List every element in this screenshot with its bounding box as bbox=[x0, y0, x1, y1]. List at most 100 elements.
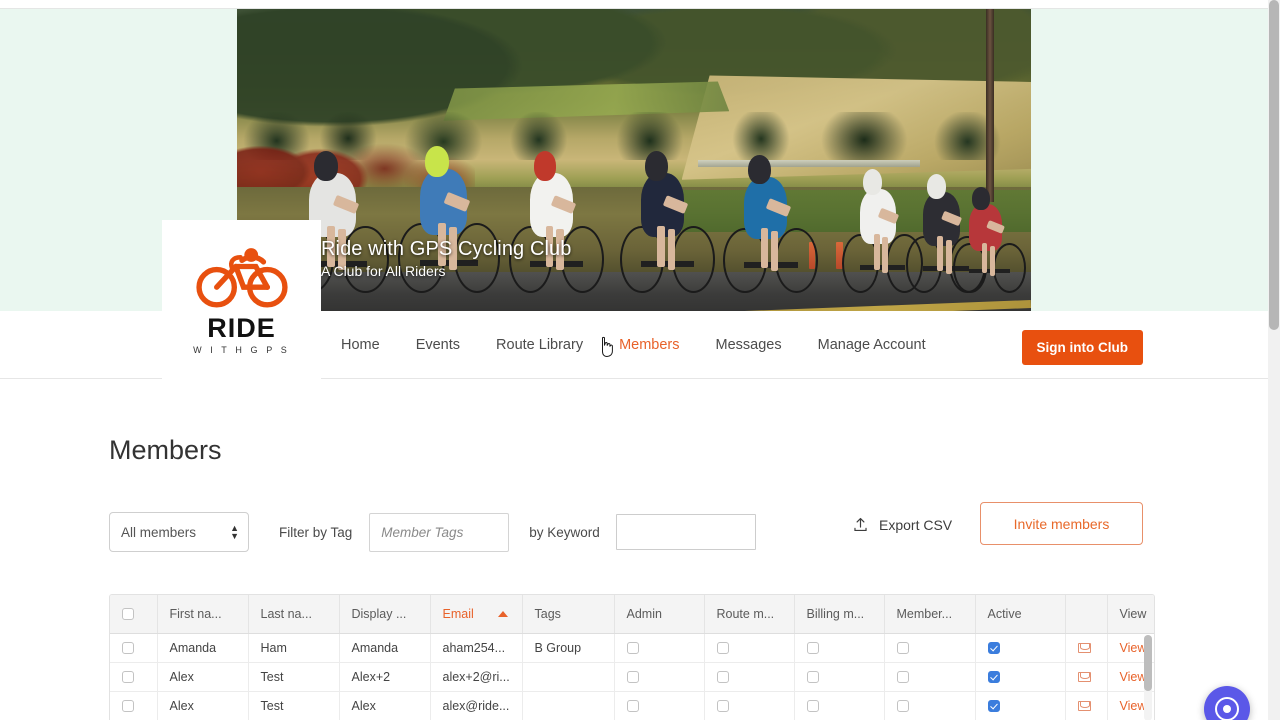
billing-manager-checkbox[interactable] bbox=[806, 642, 819, 655]
column-header-admin[interactable]: Admin bbox=[614, 595, 705, 634]
members-table-container[interactable]: First na... Last na... Display ... Email… bbox=[109, 594, 1155, 720]
row-select-cell[interactable] bbox=[110, 662, 158, 692]
cell-mail[interactable] bbox=[1065, 662, 1108, 692]
column-header-active[interactable]: Active bbox=[975, 595, 1066, 634]
cyclist-icon bbox=[195, 247, 288, 308]
hero-banner-image: Ride with GPS Cycling Club A Club for Al… bbox=[237, 9, 1031, 311]
row-select-cell[interactable] bbox=[110, 691, 158, 720]
route-manager-checkbox[interactable] bbox=[716, 700, 729, 713]
club-logo-card[interactable]: RIDE W I T H G P S bbox=[162, 220, 321, 379]
route-manager-checkbox[interactable] bbox=[716, 671, 729, 684]
row-select-checkbox[interactable] bbox=[122, 642, 134, 655]
column-header-select[interactable] bbox=[110, 595, 158, 634]
cell-billing-manager[interactable] bbox=[794, 662, 885, 692]
app-viewport: Ride with GPS Cycling Club A Club for Al… bbox=[0, 0, 1280, 720]
logo-wordmark: RIDE bbox=[207, 312, 276, 343]
table-row[interactable]: Alex Test Alex+2 alex+2@ri... View bbox=[110, 662, 1154, 692]
invite-members-button[interactable]: Invite members bbox=[980, 502, 1143, 545]
export-csv-button[interactable]: Export CSV bbox=[852, 516, 952, 533]
billing-manager-checkbox[interactable] bbox=[806, 671, 819, 684]
column-header-first-name[interactable]: First na... bbox=[157, 595, 249, 634]
column-header-route-manager[interactable]: Route m... bbox=[704, 595, 795, 634]
hero-text-block: Ride with GPS Cycling Club A Club for Al… bbox=[321, 236, 571, 279]
cell-tags: B Group bbox=[522, 633, 615, 663]
nav-item-events[interactable]: Events bbox=[416, 337, 460, 353]
cell-admin[interactable] bbox=[614, 633, 705, 663]
cell-active[interactable] bbox=[975, 633, 1066, 663]
table-scrollbar-thumb[interactable] bbox=[1144, 635, 1152, 691]
admin-checkbox[interactable] bbox=[626, 700, 639, 713]
admin-checkbox[interactable] bbox=[626, 671, 639, 684]
active-checkbox[interactable] bbox=[987, 642, 1000, 655]
cell-admin[interactable] bbox=[614, 662, 705, 692]
member-manager-checkbox[interactable] bbox=[896, 700, 909, 713]
billing-manager-checkbox[interactable] bbox=[806, 700, 819, 713]
cell-first-name: Alex bbox=[157, 691, 249, 720]
cell-email: alex+2@ri... bbox=[430, 662, 523, 692]
cell-tags bbox=[522, 662, 615, 692]
hero-band: Ride with GPS Cycling Club A Club for Al… bbox=[0, 9, 1268, 379]
banner-cyclist bbox=[618, 106, 721, 293]
sign-into-club-button[interactable]: Sign into Club bbox=[1021, 330, 1143, 365]
cell-route-manager[interactable] bbox=[704, 691, 795, 720]
cell-display-name: Alex bbox=[339, 691, 431, 720]
column-header-billing-manager[interactable]: Billing m... bbox=[794, 595, 885, 634]
cell-member-manager[interactable] bbox=[884, 691, 976, 720]
cell-active[interactable] bbox=[975, 691, 1066, 720]
row-select-checkbox[interactable] bbox=[122, 671, 134, 684]
browser-top-strip bbox=[0, 0, 1268, 9]
table-row[interactable]: Amanda Ham Amanda aham254... B Group Vie bbox=[110, 633, 1154, 663]
column-header-member-manager[interactable]: Member... bbox=[884, 595, 976, 634]
cell-billing-manager[interactable] bbox=[794, 633, 885, 663]
logo-tagline: W I T H G P S bbox=[193, 344, 290, 355]
cell-member-manager[interactable] bbox=[884, 633, 976, 663]
table-header-row: First na... Last na... Display ... Email… bbox=[110, 595, 1154, 634]
column-header-display-name[interactable]: Display ... bbox=[339, 595, 431, 634]
row-select-checkbox[interactable] bbox=[122, 700, 134, 713]
active-checkbox[interactable] bbox=[987, 700, 1000, 713]
member-manager-checkbox[interactable] bbox=[896, 671, 909, 684]
route-manager-checkbox[interactable] bbox=[716, 642, 729, 655]
cell-route-manager[interactable] bbox=[704, 633, 795, 663]
admin-checkbox[interactable] bbox=[626, 642, 639, 655]
view-link[interactable]: View bbox=[1120, 670, 1147, 684]
active-checkbox[interactable] bbox=[987, 671, 1000, 684]
table-row[interactable]: Alex Test Alex alex@ride... View bbox=[110, 691, 1154, 720]
cell-billing-manager[interactable] bbox=[794, 691, 885, 720]
club-page: Ride with GPS Cycling Club A Club for Al… bbox=[0, 9, 1268, 720]
cell-active[interactable] bbox=[975, 662, 1066, 692]
column-header-last-name[interactable]: Last na... bbox=[248, 595, 340, 634]
banner-cyclist bbox=[721, 112, 824, 293]
cell-mail[interactable] bbox=[1065, 691, 1108, 720]
browser-vertical-scrollbar[interactable] bbox=[1268, 0, 1280, 720]
envelope-icon[interactable] bbox=[1077, 672, 1091, 683]
table-vertical-scrollbar[interactable] bbox=[1144, 635, 1152, 720]
member-scope-select-wrap: All members ▲ ▼ bbox=[109, 512, 249, 552]
member-scope-select[interactable]: All members bbox=[109, 512, 249, 552]
cell-member-manager[interactable] bbox=[884, 662, 976, 692]
nav-item-manage-account[interactable]: Manage Account bbox=[818, 337, 926, 353]
member-tags-input[interactable] bbox=[369, 512, 510, 552]
view-link[interactable]: View bbox=[1120, 641, 1147, 655]
browser-scrollbar-thumb[interactable] bbox=[1269, 0, 1279, 330]
cell-admin[interactable] bbox=[614, 691, 705, 720]
by-keyword-label: by Keyword bbox=[529, 524, 600, 540]
column-header-email[interactable]: Email bbox=[430, 595, 523, 634]
nav-item-home[interactable]: Home bbox=[341, 337, 380, 353]
nav-item-route-library[interactable]: Route Library bbox=[496, 337, 583, 353]
envelope-icon[interactable] bbox=[1077, 643, 1091, 654]
cell-mail[interactable] bbox=[1065, 633, 1108, 663]
column-header-tags[interactable]: Tags bbox=[522, 595, 615, 634]
select-all-checkbox[interactable] bbox=[122, 608, 134, 621]
cell-display-name: Alex+2 bbox=[339, 662, 431, 692]
nav-item-messages[interactable]: Messages bbox=[716, 337, 782, 353]
members-table-body: Amanda Ham Amanda aham254... B Group Vie bbox=[110, 633, 1154, 720]
cell-route-manager[interactable] bbox=[704, 662, 795, 692]
nav-item-members[interactable]: Members bbox=[619, 337, 679, 353]
keyword-search-input[interactable] bbox=[615, 514, 756, 550]
view-link[interactable]: View bbox=[1120, 699, 1147, 713]
banner-cyclist bbox=[952, 154, 1031, 293]
envelope-icon[interactable] bbox=[1077, 701, 1091, 712]
row-select-cell[interactable] bbox=[110, 633, 158, 663]
member-manager-checkbox[interactable] bbox=[896, 642, 909, 655]
